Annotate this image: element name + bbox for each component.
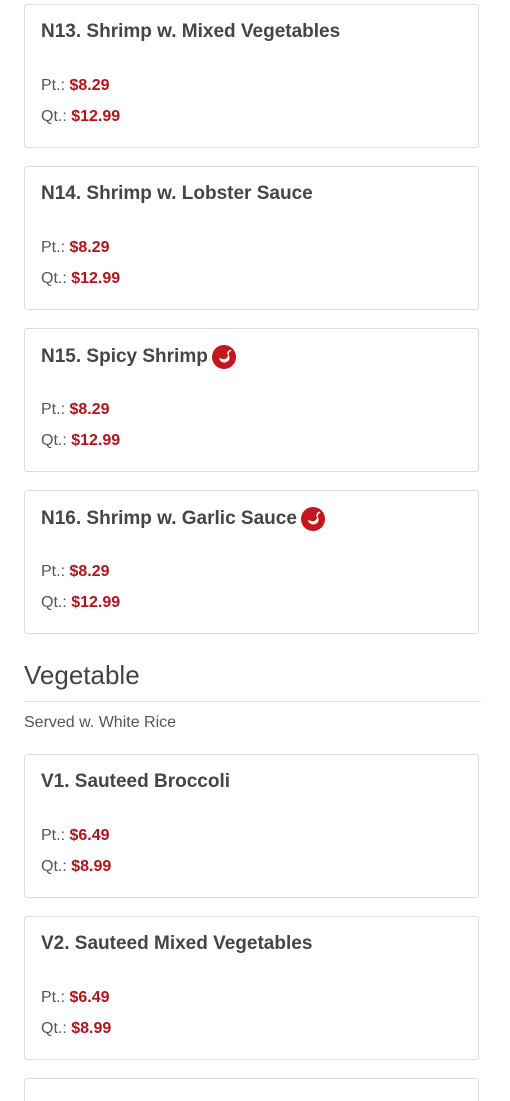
menu-item-name: V2. Sauteed Mixed Vegetables (41, 933, 313, 954)
menu-item-card[interactable]: N14. Shrimp w. Lobster Sauce Pt.: $8.29 … (24, 166, 479, 310)
quart-price: $12.99 (71, 108, 121, 125)
pint-price-row: Pt.: $8.29 (41, 401, 110, 418)
menu-item-card[interactable]: V2. Sauteed Mixed Vegetables Pt.: $6.49 … (24, 916, 479, 1060)
pint-price: $8.29 (69, 563, 110, 580)
pint-price-row: Pt.: $8.29 (41, 77, 110, 94)
quart-price: $12.99 (71, 270, 121, 287)
menu-item-name: V1. Sauteed Broccoli (41, 771, 231, 792)
menu-item-name: N15. Spicy Shrimp (41, 345, 236, 369)
pint-price: $8.29 (69, 77, 110, 94)
menu-item-name: N14. Shrimp w. Lobster Sauce (41, 183, 313, 204)
menu-item-name: N16. Shrimp w. Garlic Sauce (41, 507, 325, 531)
pint-price-row: Pt.: $6.49 (41, 989, 110, 1006)
menu-item-card[interactable]: N16. Shrimp w. Garlic Sauce Pt.: $8.29 Q… (24, 490, 479, 634)
menu-item-card[interactable]: V1. Sauteed Broccoli Pt.: $6.49 Qt.: $8.… (24, 754, 479, 898)
section-title: Vegetable (24, 660, 140, 690)
quart-price: $8.99 (71, 1020, 112, 1037)
chili-pepper-icon (211, 345, 236, 369)
pint-price: $8.29 (69, 239, 110, 256)
pint-price-row: Pt.: $8.29 (41, 239, 110, 256)
menu-item-card[interactable] (24, 1078, 479, 1101)
chili-pepper-icon (300, 507, 325, 531)
section-divider (24, 701, 481, 702)
quart-price-row: Qt.: $8.99 (41, 858, 112, 875)
menu-item-card[interactable]: N15. Spicy Shrimp Pt.: $8.29 Qt.: $12.99 (24, 328, 479, 472)
quart-price: $8.99 (71, 858, 112, 875)
quart-price-row: Qt.: $12.99 (41, 270, 121, 287)
quart-price: $12.99 (71, 594, 121, 611)
pint-price: $8.29 (69, 401, 110, 418)
quart-price-row: Qt.: $12.99 (41, 432, 121, 449)
pint-price: $6.49 (69, 827, 110, 844)
menu-item-name: N13. Shrimp w. Mixed Vegetables (41, 21, 341, 42)
quart-price: $12.99 (71, 432, 121, 449)
quart-price-row: Qt.: $8.99 (41, 1020, 112, 1037)
menu-item-card[interactable]: N13. Shrimp w. Mixed Vegetables Pt.: $8.… (24, 4, 479, 148)
pint-price: $6.49 (69, 989, 110, 1006)
quart-price-row: Qt.: $12.99 (41, 108, 121, 125)
pint-price-row: Pt.: $8.29 (41, 563, 110, 580)
quart-price-row: Qt.: $12.99 (41, 594, 121, 611)
pint-price-row: Pt.: $6.49 (41, 827, 110, 844)
section-subtitle: Served w. White Rice (24, 714, 177, 731)
